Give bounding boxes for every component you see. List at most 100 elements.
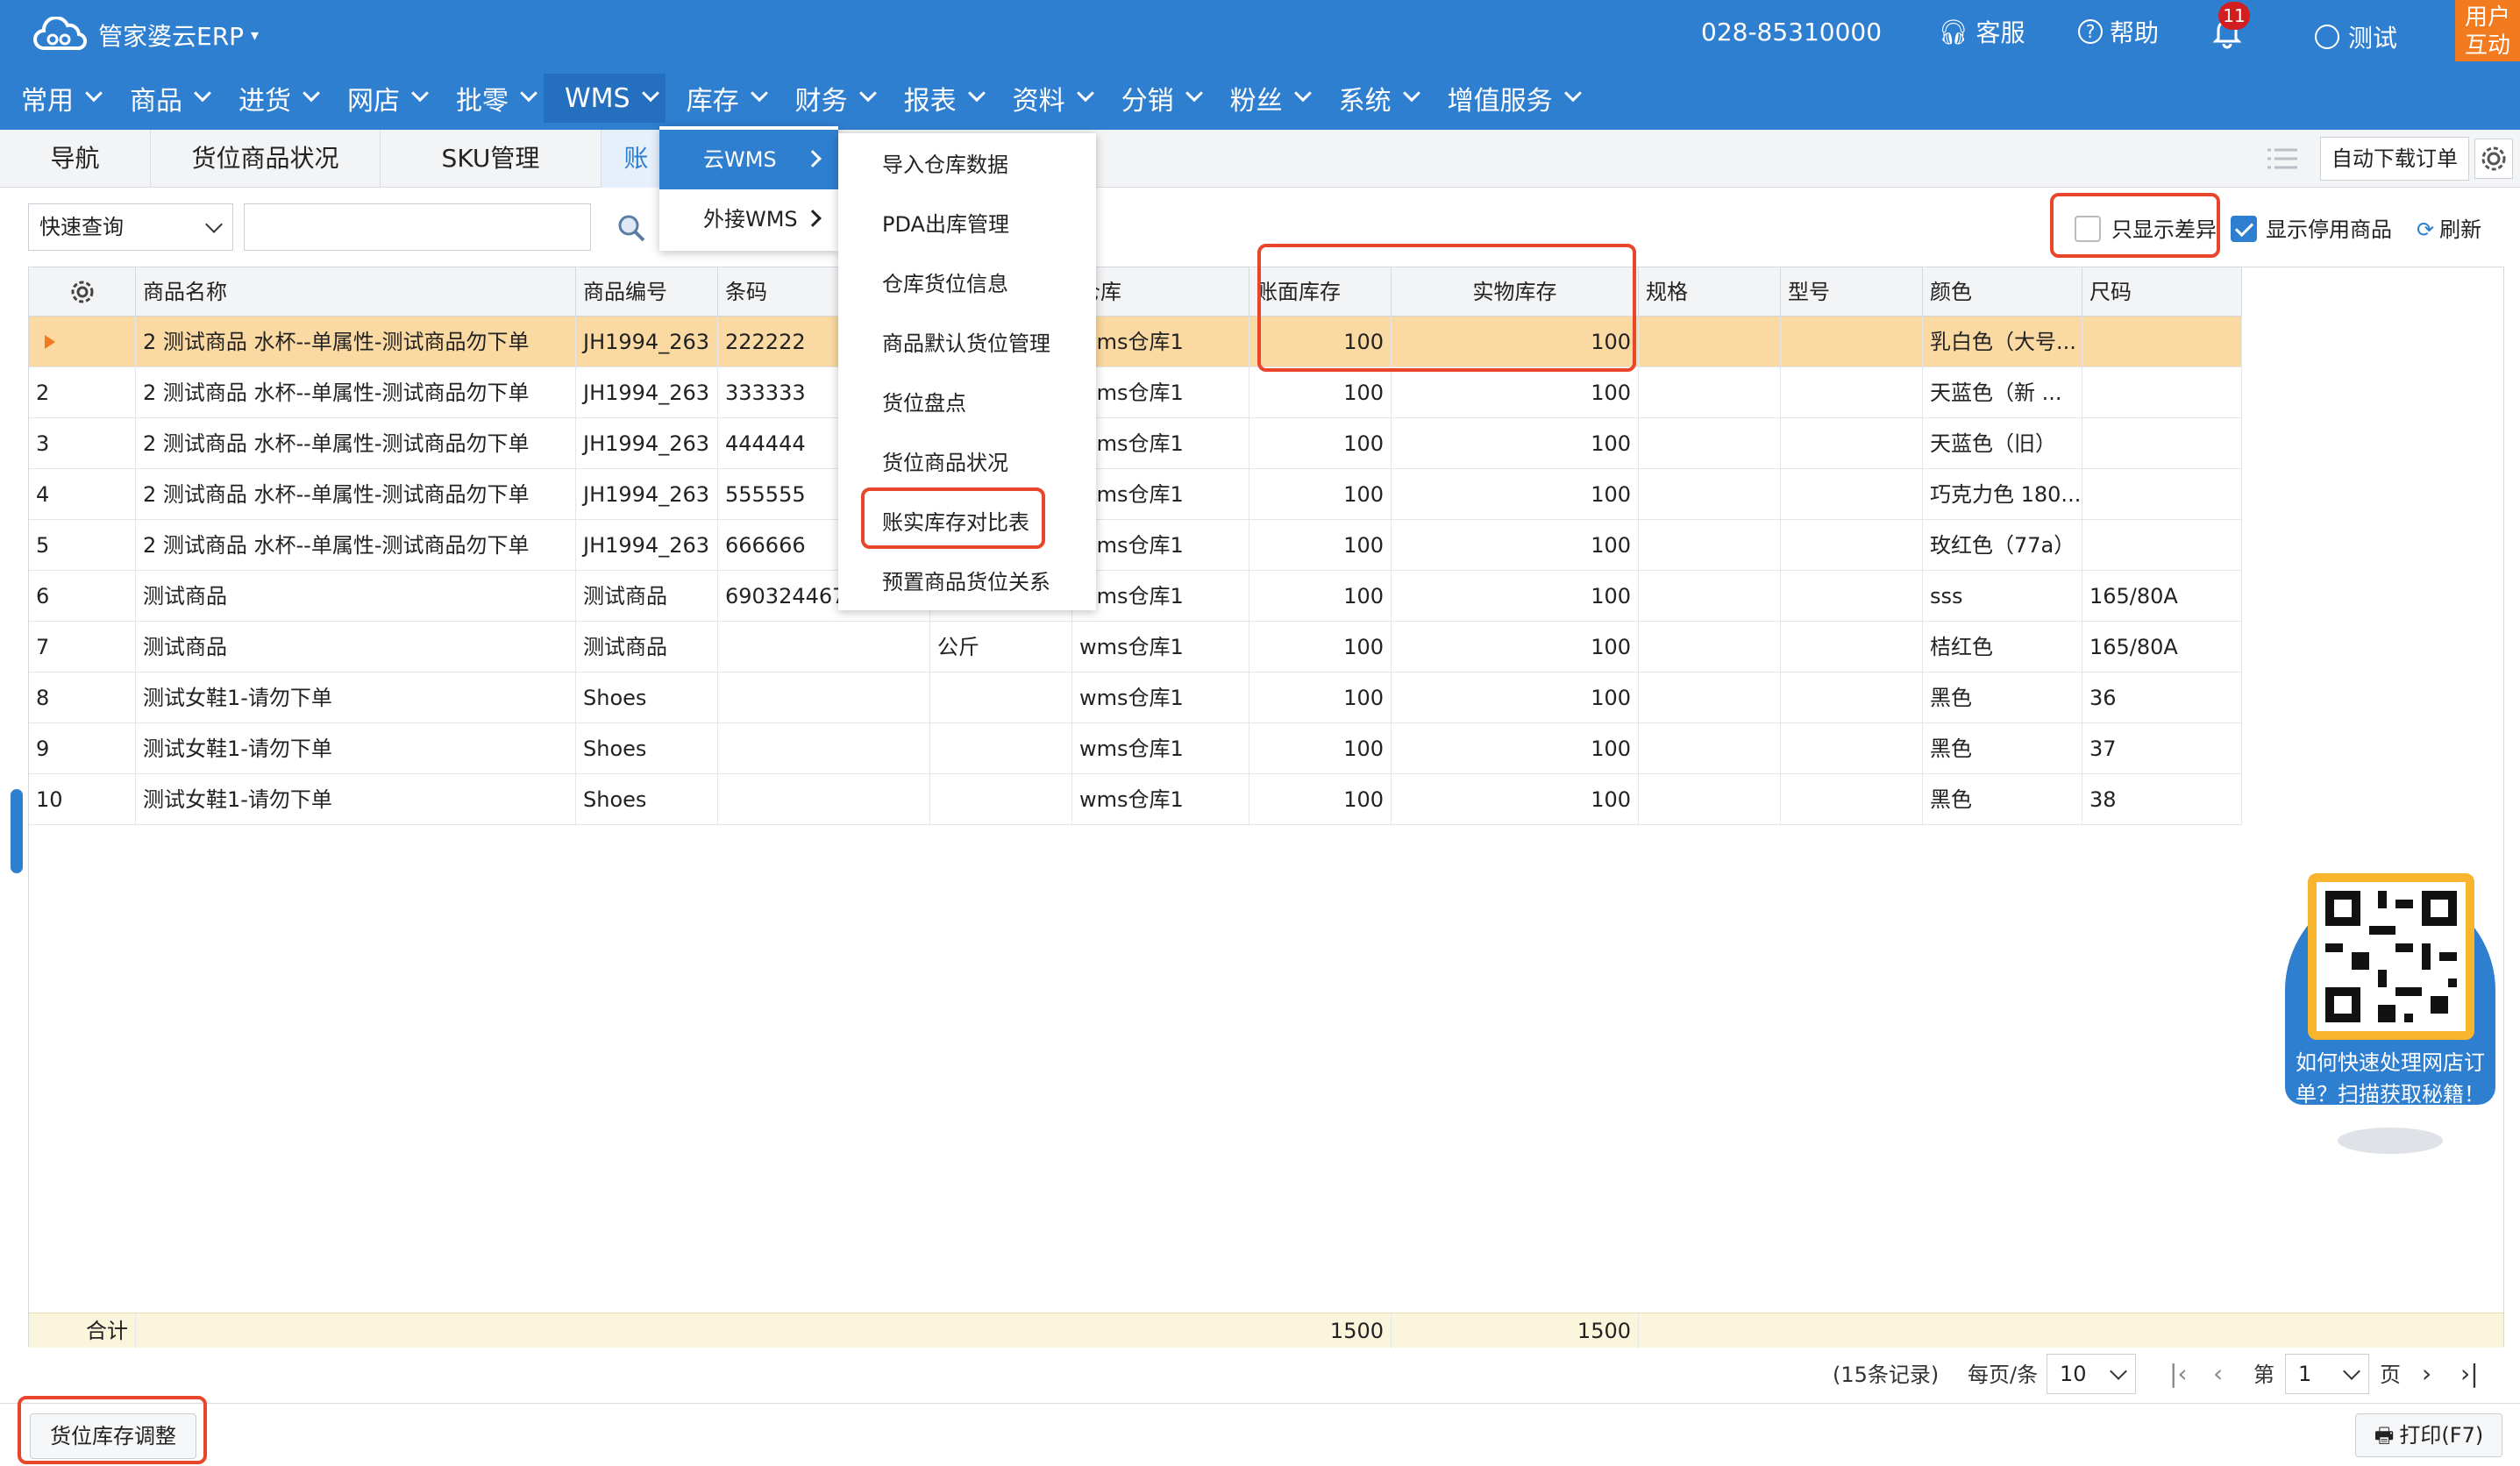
menu-item-pda-outbound[interactable]: PDA出库管理 xyxy=(838,195,1096,254)
user-menu[interactable]: 测试 xyxy=(2315,19,2397,54)
table-row[interactable]: 52 测试商品 水杯--单属性-测试商品勿下单 JH1994_263 666666 w… xyxy=(29,520,2242,571)
first-page-icon[interactable]: |‹ xyxy=(2169,1361,2188,1387)
nav-item-common[interactable]: 常用 xyxy=(0,74,109,123)
table-row[interactable]: 10 测试女鞋1-请勿下单 Shoes wms仓库1 100 100 黑色 38 xyxy=(29,774,2242,825)
menu-item-default-location-mgmt[interactable]: 商品默认货位管理 xyxy=(838,314,1096,374)
refresh-button[interactable]: ⟳ 刷新 xyxy=(2417,214,2481,246)
current-row-arrow-icon xyxy=(45,335,55,349)
table-row[interactable]: 42 测试商品 水杯--单属性-测试商品勿下单 JH1994_263 555555 w… xyxy=(29,469,2242,520)
column-header[interactable]: 规格 xyxy=(1639,267,1781,317)
logo[interactable]: 管家婆云ERP ▾ xyxy=(32,12,259,58)
column-header[interactable]: 尺码 xyxy=(2082,267,2242,317)
page-tabs: 导航 货位商品状况 SKU管理 账 自动下载订单 xyxy=(0,130,2520,188)
per-page-select[interactable]: 10 xyxy=(2047,1354,2136,1394)
table-cell-spec xyxy=(1639,774,1781,825)
table-cell-model xyxy=(1781,673,1923,723)
refresh-label: 刷新 xyxy=(2439,217,2482,242)
nav-item-inventory[interactable]: 库存 xyxy=(666,74,774,123)
chevron-down-icon[interactable]: ▾ xyxy=(251,26,259,45)
table-row[interactable]: 6 测试商品 测试商品 6903244676 wms仓库1 100 100 sss 165/80… xyxy=(29,571,2242,622)
show-disabled-label: 显示停用商品 xyxy=(2266,217,2392,242)
table-row[interactable]: 8 测试女鞋1-请勿下单 Shoes wms仓库1 100 100 黑色 36 xyxy=(29,673,2242,723)
sidebar-toggle-handle[interactable] xyxy=(11,789,23,873)
wms-dropdown-menu: 云WMS 外接WMS xyxy=(659,126,838,251)
nav-label: 进货 xyxy=(238,86,291,117)
column-header[interactable]: 型号 xyxy=(1781,267,1923,317)
menu-item-warehouse-location-info[interactable]: 仓库货位信息 xyxy=(838,254,1096,314)
table-row[interactable]: 7 测试商品 测试商品 公斤 wms仓库1 100 100 桔红色 165/80A xyxy=(29,622,2242,673)
table-cell-barcode xyxy=(718,723,930,774)
menu-item-cloud-wms[interactable]: 云WMS xyxy=(659,130,838,189)
nav-item-reports[interactable]: 报表 xyxy=(883,74,992,123)
chevron-right-icon xyxy=(804,210,822,227)
table-row[interactable]: 22 测试商品 水杯--单属性-测试商品勿下单 JH1994_263 333333 w… xyxy=(29,367,2242,418)
nav-label: 库存 xyxy=(686,86,739,117)
column-header[interactable]: 商品名称 xyxy=(136,267,576,317)
settings-button[interactable] xyxy=(2474,139,2513,179)
menu-item-location-stocktake[interactable]: 货位盘点 xyxy=(838,374,1096,433)
bottom-bar xyxy=(0,1403,2520,1466)
menu-item-external-wms[interactable]: 外接WMS xyxy=(659,189,838,249)
table-cell-no: 5 xyxy=(29,520,136,571)
table-cell-no: 4 xyxy=(29,469,136,520)
nav-label: 常用 xyxy=(21,86,74,117)
table-cell-wh: wms仓库1 xyxy=(1072,774,1249,825)
menu-item-location-goods-status[interactable]: 货位商品状况 xyxy=(838,433,1096,493)
auto-download-orders-button[interactable]: 自动下载订单 xyxy=(2320,137,2469,181)
menu-item-import-warehouse-data[interactable]: 导入仓库数据 xyxy=(838,135,1096,195)
nav-item-finance[interactable]: 财务 xyxy=(774,74,883,123)
search-icon[interactable] xyxy=(616,212,647,244)
next-page-icon[interactable]: › xyxy=(2422,1361,2431,1387)
nav-item-system[interactable]: 系统 xyxy=(1318,74,1427,123)
nav-item-wms[interactable]: WMS xyxy=(544,74,666,123)
gear-icon xyxy=(71,281,93,303)
tab-navigation[interactable]: 导航 xyxy=(0,130,151,188)
table-cell-real: 100 xyxy=(1392,469,1639,520)
nav-item-webshop[interactable]: 网店 xyxy=(326,74,435,123)
chevron-down-icon xyxy=(1185,84,1203,103)
table-cell-unit xyxy=(930,723,1072,774)
chevron-down-icon xyxy=(411,84,429,103)
user-interact-button[interactable]: 用户 互动 xyxy=(2455,0,2520,61)
show-disabled-checkbox[interactable] xyxy=(2231,216,2257,242)
tab-location-goods-status[interactable]: 货位商品状况 xyxy=(151,130,381,188)
page-select[interactable]: 1 xyxy=(2285,1354,2369,1394)
nav-item-goods[interactable]: 商品 xyxy=(109,74,217,123)
nav-item-value-added[interactable]: 增值服务 xyxy=(1427,74,1588,123)
search-input[interactable] xyxy=(244,203,591,251)
service-label: 客服 xyxy=(1975,18,2025,47)
table-row[interactable]: 2 测试商品 水杯--单属性-测试商品勿下单 JH1994_263 222222 wm… xyxy=(29,317,2242,367)
table-cell-model xyxy=(1781,622,1923,673)
nav-item-wholesale[interactable]: 批零 xyxy=(435,74,544,123)
quick-query-select[interactable]: 快速查询 xyxy=(28,203,233,251)
tab-sku-management[interactable]: SKU管理 xyxy=(381,130,602,188)
nav-item-distribution[interactable]: 分销 xyxy=(1100,74,1209,123)
promo-caption-line2: 单？扫描获取秘籍！ xyxy=(2296,1082,2485,1107)
promo-widget[interactable]: 如何快速处理网店订 单？扫描获取秘籍！ xyxy=(2285,873,2495,1159)
column-header[interactable]: 仓库 xyxy=(1072,267,1249,317)
table-cell-model xyxy=(1781,723,1923,774)
column-header[interactable]: 颜色 xyxy=(1923,267,2082,317)
table-cell-code: JH1994_263 xyxy=(576,317,718,367)
table-row[interactable]: 9 测试女鞋1-请勿下单 Shoes wms仓库1 100 100 黑色 37 xyxy=(29,723,2242,774)
help-link[interactable]: ? 帮助 xyxy=(2078,14,2159,49)
table-row[interactable]: 32 测试商品 水杯--单属性-测试商品勿下单 JH1994_263 444444 w… xyxy=(29,418,2242,469)
nav-item-purchase[interactable]: 进货 xyxy=(217,74,326,123)
table-cell-code: JH1994_263 xyxy=(576,367,718,418)
table-cell-real: 100 xyxy=(1392,622,1639,673)
table-cell-spec xyxy=(1639,418,1781,469)
table-cell-code: JH1994_263 xyxy=(576,469,718,520)
table-cell-size xyxy=(2082,317,2242,367)
service-link[interactable]: 🎧︎ 客服 xyxy=(1938,14,2025,49)
nav-item-fans[interactable]: 粉丝 xyxy=(1209,74,1318,123)
column-header[interactable]: 商品编号 xyxy=(576,267,718,317)
list-icon[interactable] xyxy=(2267,147,2297,170)
print-button[interactable]: 🖶︎ 打印(F7) xyxy=(2355,1413,2502,1457)
last-page-icon[interactable]: ›| xyxy=(2460,1361,2479,1387)
prev-page-icon[interactable]: ‹ xyxy=(2213,1361,2223,1387)
table-cell-spec xyxy=(1639,520,1781,571)
table-cell-size: 36 xyxy=(2082,673,2242,723)
column-settings[interactable] xyxy=(29,267,136,317)
menu-item-preset-location-relation[interactable]: 预置商品货位关系 xyxy=(838,552,1096,612)
nav-item-data[interactable]: 资料 xyxy=(992,74,1100,123)
